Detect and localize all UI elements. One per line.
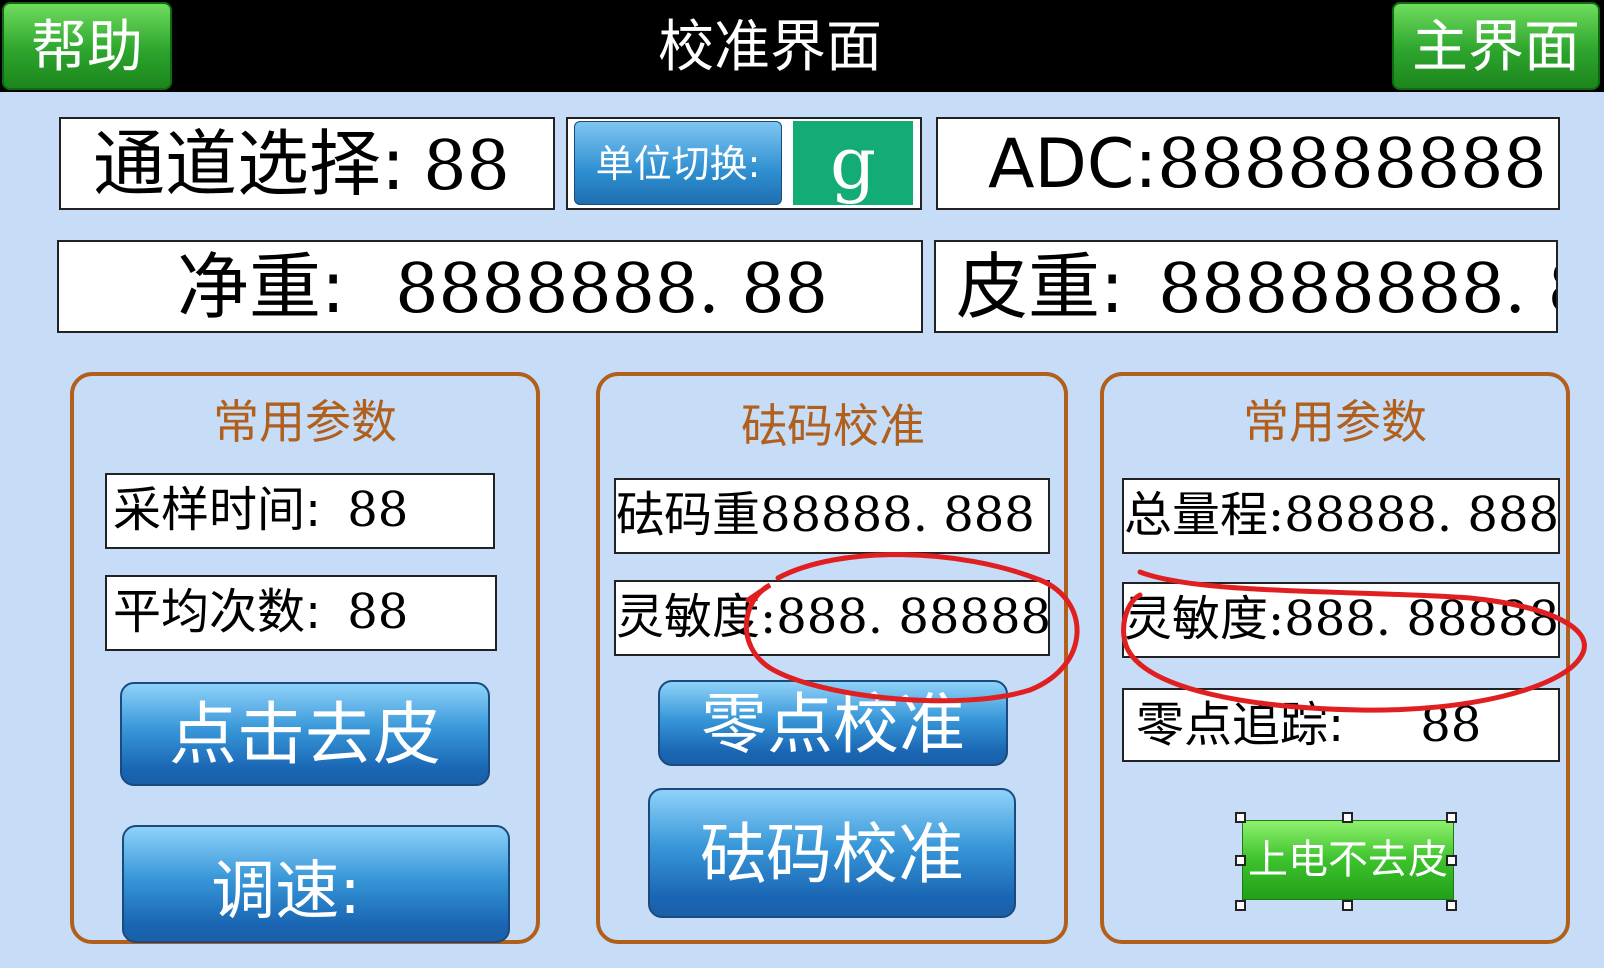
annotation-circle-icon: [743, 552, 1080, 704]
annotation-circle-icon: [1121, 569, 1587, 713]
annotation-overlay: [743, 552, 1587, 713]
